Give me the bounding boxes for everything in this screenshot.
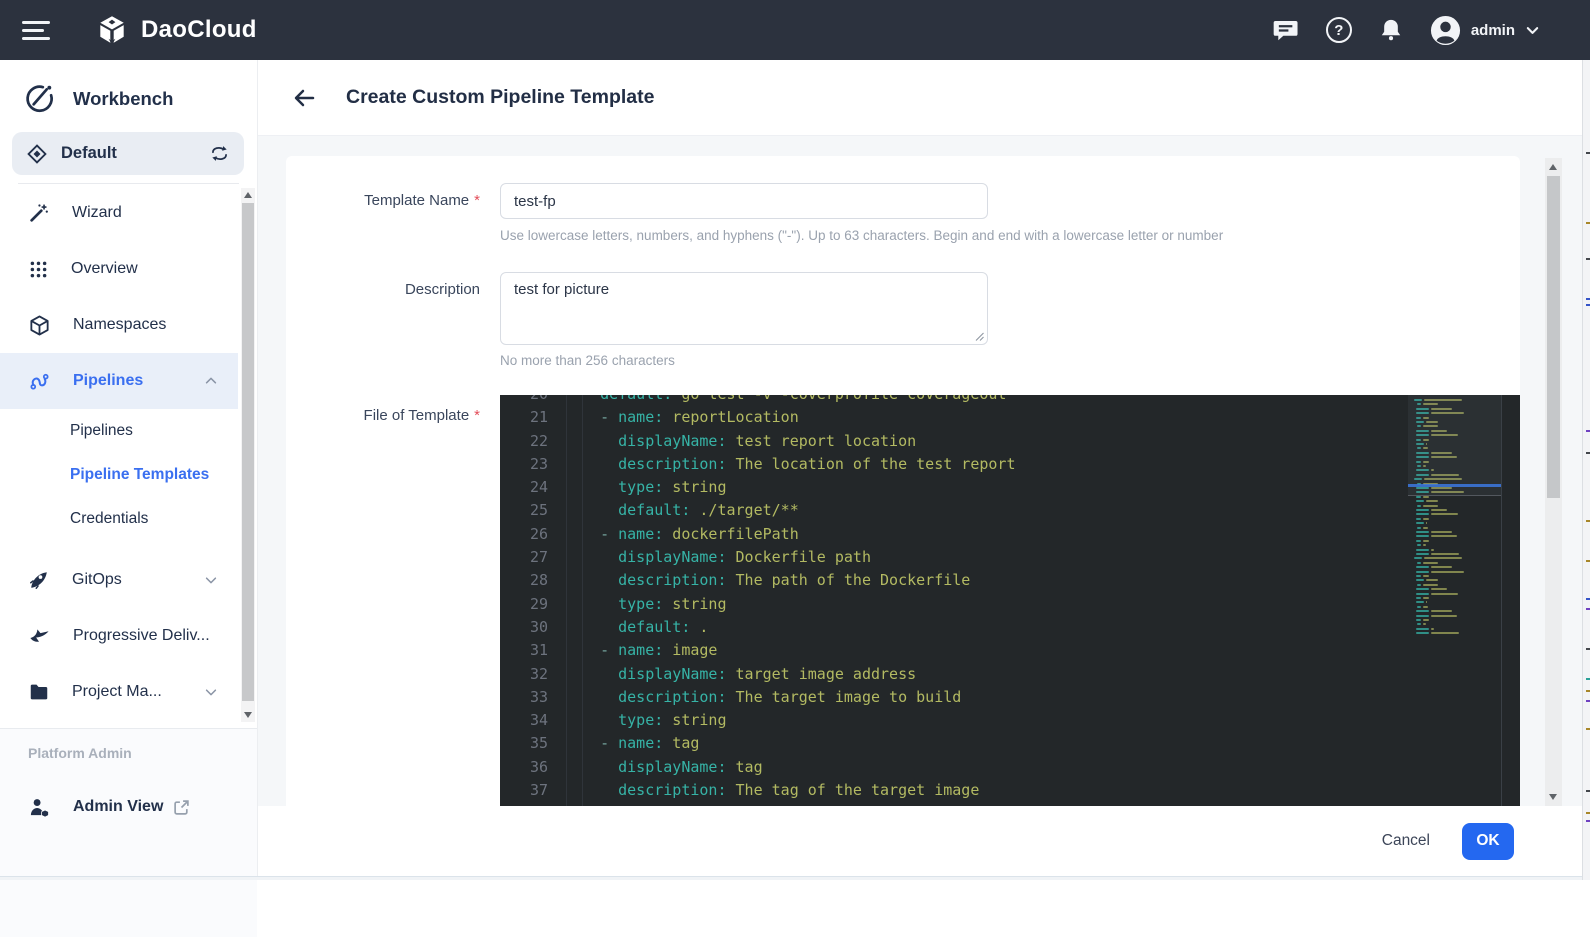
notifications-bell-icon[interactable] (1378, 17, 1404, 43)
description-textarea[interactable]: test for picture (500, 272, 988, 345)
avatar-icon (1430, 15, 1461, 46)
cube-icon (28, 314, 51, 337)
scroll-up-arrow[interactable] (1546, 160, 1560, 174)
scroll-down-arrow[interactable] (1546, 790, 1560, 804)
template-name-helper: Use lowercase letters, numbers, and hyph… (500, 228, 1223, 243)
help-icon[interactable]: ? (1326, 17, 1352, 43)
brand[interactable]: DaoCloud (95, 13, 257, 47)
sidebar: Workbench Default (0, 60, 258, 876)
external-link-icon (173, 799, 190, 816)
grid-dots-icon (28, 259, 49, 280)
workbench-header: Workbench (24, 83, 173, 114)
sidebar-scrollbar[interactable] (241, 188, 255, 722)
pipelines-icon (28, 370, 51, 393)
required-marker: * (474, 407, 480, 424)
file-of-template-label: File of Template* (286, 407, 480, 424)
topbar: DaoCloud ? admin (0, 0, 1590, 60)
window-bottom-edge (0, 876, 1590, 880)
workbench-title: Workbench (73, 88, 173, 110)
sidebar-item-progressive-delivery[interactable]: Progressive Deliv... (0, 608, 238, 664)
form-footer: Cancel OK (258, 806, 1582, 876)
back-arrow-icon[interactable] (292, 86, 316, 110)
template-name-label: Template Name* (286, 192, 480, 209)
chevron-down-icon (1525, 23, 1540, 38)
scroll-up-arrow[interactable] (241, 188, 255, 202)
sidebar-item-wizard[interactable]: Wizard (0, 185, 238, 241)
ok-button[interactable]: OK (1462, 823, 1514, 860)
page-header: Create Custom Pipeline Template (258, 60, 1582, 136)
content-scrollbar[interactable] (1545, 158, 1562, 806)
content-scrollbar-thumb[interactable] (1547, 176, 1560, 498)
sidebar-divider (18, 183, 239, 184)
user-menu[interactable]: admin (1430, 15, 1540, 46)
resize-handle-icon[interactable] (974, 331, 984, 341)
sidebar-item-namespaces[interactable]: Namespaces (0, 297, 238, 353)
template-name-input[interactable] (500, 183, 988, 219)
sidebar-item-gitops[interactable]: GitOps (0, 552, 238, 608)
workspace-name: Default (61, 144, 117, 163)
daocloud-logo-icon (95, 13, 129, 47)
wand-icon (28, 202, 50, 224)
sidebar-subitem-pipelines[interactable]: Pipelines (0, 409, 238, 453)
topbar-actions: ? admin (1273, 15, 1590, 46)
minimap-overview-ruler (1501, 395, 1520, 806)
workspace-selector[interactable]: Default (12, 132, 244, 175)
chevron-down-icon (204, 573, 218, 587)
code-lines: 20 default: go test -v -coverprofile cov… (500, 395, 1400, 802)
page-title: Create Custom Pipeline Template (346, 86, 654, 109)
hamburger-menu-icon[interactable] (22, 19, 50, 41)
sidebar-item-admin-view[interactable]: Admin View (0, 785, 257, 829)
right-edge-strip (1582, 60, 1590, 880)
description-label: Description (286, 281, 480, 298)
feedback-icon[interactable] (1273, 17, 1300, 44)
rocket-icon (28, 569, 50, 591)
sidebar-item-overview[interactable]: Overview (0, 241, 238, 297)
chevron-down-icon (204, 685, 218, 699)
minimap[interactable] (1408, 395, 1502, 806)
form-card: Template Name* Use lowercase letters, nu… (286, 156, 1520, 806)
platform-admin-section: Platform Admin Admin View (0, 728, 257, 937)
workbench-icon (24, 83, 55, 114)
chevron-up-icon (204, 374, 218, 388)
scroll-down-arrow[interactable] (241, 708, 255, 722)
sidebar-subitem-credentials[interactable]: Credentials (0, 497, 238, 541)
sidebar-menu: Wizard Overview Namespaces (0, 185, 238, 722)
sidebar-item-pipelines[interactable]: Pipelines (0, 353, 238, 409)
description-helper: No more than 256 characters (500, 353, 675, 368)
cancel-button[interactable]: Cancel (1382, 832, 1430, 850)
user-name: admin (1471, 22, 1515, 39)
required-marker: * (474, 192, 480, 209)
content-area: Template Name* Use lowercase letters, nu… (258, 136, 1582, 806)
sidebar-subitem-pipeline-templates[interactable]: Pipeline Templates (0, 453, 238, 497)
workspace-icon (26, 143, 48, 165)
brand-name: DaoCloud (141, 16, 257, 44)
sidebar-item-project-management[interactable]: Project Ma... (0, 664, 238, 720)
bird-icon (28, 625, 51, 648)
admin-user-icon (28, 796, 51, 819)
folder-icon (28, 681, 50, 703)
sidebar-scrollbar-thumb[interactable] (242, 203, 254, 701)
platform-admin-title: Platform Admin (28, 745, 132, 761)
switch-workspace-icon[interactable] (209, 143, 230, 164)
code-editor[interactable]: 20 default: go test -v -coverprofile cov… (500, 395, 1520, 806)
